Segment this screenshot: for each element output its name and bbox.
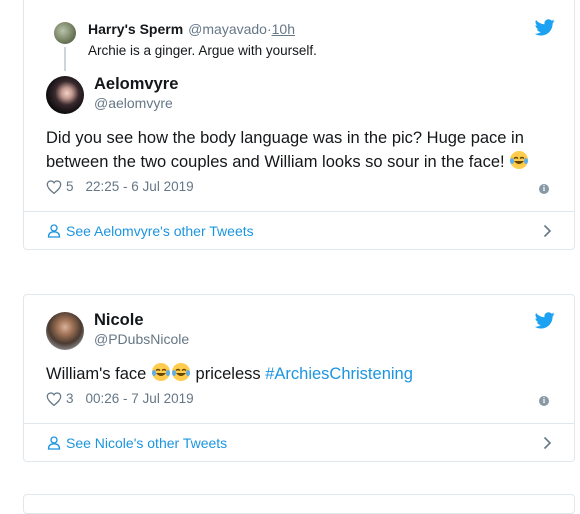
timestamp[interactable]: 00:26 - 7 Jul 2019	[86, 391, 194, 406]
author-handle[interactable]: @aelomvyre	[94, 95, 173, 111]
other-tweets-label: See Nicole's other Tweets	[66, 435, 228, 451]
author-name[interactable]: Aelomvyre	[94, 75, 178, 94]
heart-icon[interactable]	[46, 391, 62, 406]
thread-connector	[64, 47, 66, 71]
person-icon	[47, 224, 61, 238]
like-count[interactable]: 3	[66, 391, 74, 406]
tweet-meta: 3 00:26 - 7 Jul 2019	[46, 391, 194, 406]
heart-icon[interactable]	[46, 179, 62, 194]
quoted-text: Archie is a ginger. Argue with yourself.	[88, 43, 317, 58]
tears-of-joy-emoji	[171, 363, 190, 381]
quoted-time[interactable]: 10h	[272, 21, 295, 37]
other-tweets-link[interactable]: See Aelomvyre's other Tweets	[24, 212, 574, 250]
tweet-card-aelomvyre: Harry's Sperm @mayavado · 10h Archie is …	[23, 0, 575, 250]
tweet-text: William's face priceless #ArchiesChriste…	[46, 362, 566, 386]
tweet-text: Did you see how the body language was in…	[46, 126, 566, 174]
person-icon	[47, 436, 61, 450]
quoted-avatar[interactable]	[54, 22, 76, 44]
info-icon[interactable]: i	[539, 396, 549, 406]
tweet-text-body-2: priceless	[195, 365, 261, 383]
tweet-card-nicole: Nicole @PDubsNicole William's face price…	[23, 294, 575, 462]
tears-of-joy-emoji	[510, 151, 529, 169]
other-tweets-link[interactable]: See Nicole's other Tweets	[24, 424, 574, 462]
tweet-card-next	[23, 494, 575, 514]
avatar[interactable]	[46, 312, 84, 350]
quoted-header: Harry's Sperm @mayavado · 10h	[88, 21, 295, 37]
chevron-right-icon	[543, 436, 552, 450]
like-count[interactable]: 5	[66, 179, 74, 194]
hashtag-link[interactable]: #ArchiesChristening	[265, 365, 413, 383]
info-icon[interactable]: i	[539, 184, 549, 194]
timestamp[interactable]: 22:25 - 6 Jul 2019	[86, 179, 194, 194]
tears-of-joy-emoji	[151, 363, 170, 381]
quoted-name[interactable]: Harry's Sperm	[88, 21, 183, 37]
tweet-meta: 5 22:25 - 6 Jul 2019	[46, 179, 194, 194]
tweet-text-body: Did you see how the body language was in…	[46, 129, 524, 171]
other-tweets-label: See Aelomvyre's other Tweets	[66, 223, 254, 239]
tweet-text-body: William's face	[46, 365, 147, 383]
quoted-handle[interactable]: @mayavado	[188, 21, 267, 37]
twitter-bird-icon[interactable]	[535, 19, 555, 36]
twitter-bird-icon[interactable]	[535, 312, 555, 329]
author-handle[interactable]: @PDubsNicole	[94, 331, 189, 347]
chevron-right-icon	[543, 224, 552, 238]
author-name[interactable]: Nicole	[94, 311, 144, 330]
avatar[interactable]	[46, 76, 84, 114]
